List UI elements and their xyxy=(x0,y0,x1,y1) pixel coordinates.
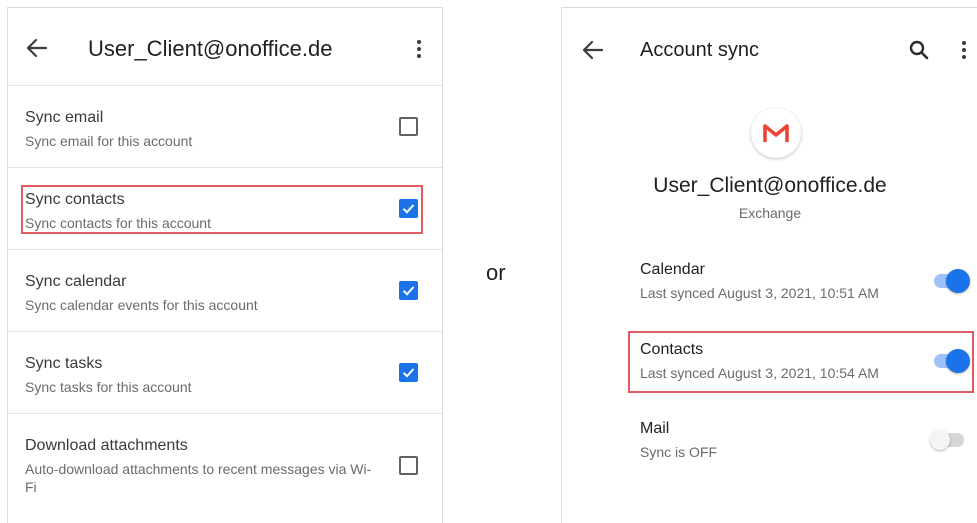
sync-item-calendar[interactable]: Calendar Last synced August 3, 2021, 10:… xyxy=(562,261,977,321)
app-bar: User_Client@onoffice.de xyxy=(8,8,442,86)
sync-item-status: Last synced August 3, 2021, 10:51 AM xyxy=(640,285,879,301)
sync-calendar-checkbox[interactable] xyxy=(399,281,418,300)
sync-contacts-checkbox[interactable] xyxy=(399,199,418,218)
sync-item-contacts[interactable]: Contacts Last synced August 3, 2021, 10:… xyxy=(562,341,977,401)
setting-title: Sync contacts xyxy=(25,191,125,208)
sync-item-status: Last synced August 3, 2021, 10:54 AM xyxy=(640,365,879,381)
sync-item-status: Sync is OFF xyxy=(640,444,718,460)
download-attachments-checkbox[interactable] xyxy=(399,456,418,475)
sync-item-mail[interactable]: Mail Sync is OFF xyxy=(562,420,977,480)
setting-row-download-attachments[interactable]: Download attachments Auto-download attac… xyxy=(8,414,442,523)
setting-subtitle: Sync contacts for this account xyxy=(25,215,211,231)
calendar-sync-toggle[interactable] xyxy=(930,269,970,293)
back-arrow-icon[interactable] xyxy=(26,38,48,58)
account-email: User_Client@onoffice.de xyxy=(653,174,887,197)
account-sync-panel: Account sync User_Client@onoffice.de Exc… xyxy=(561,7,977,523)
page-title: Account sync xyxy=(640,39,759,61)
setting-subtitle: Auto-download attachments to recent mess… xyxy=(25,461,372,495)
page-title: User_Client@onoffice.de xyxy=(88,36,333,61)
account-type: Exchange xyxy=(738,205,802,221)
mail-sync-toggle[interactable] xyxy=(930,428,970,452)
check-icon xyxy=(402,204,415,214)
setting-subtitle: Sync tasks for this account xyxy=(25,379,192,395)
more-vert-icon[interactable] xyxy=(416,40,422,62)
setting-subtitle: Sync calendar events for this account xyxy=(25,297,258,313)
setting-row-sync-calendar[interactable]: Sync calendar Sync calendar events for t… xyxy=(8,250,442,332)
sync-item-title: Contacts xyxy=(640,341,704,358)
search-icon[interactable] xyxy=(908,39,930,61)
gmail-icon xyxy=(751,108,801,158)
setting-title: Download attachments xyxy=(25,437,188,454)
setting-title: Sync email xyxy=(25,109,104,126)
check-icon xyxy=(402,368,415,378)
setting-title: Sync tasks xyxy=(25,355,103,372)
more-vert-icon[interactable] xyxy=(961,41,967,63)
setting-row-sync-contacts[interactable]: Sync contacts Sync contacts for this acc… xyxy=(8,168,442,250)
check-icon xyxy=(402,286,415,296)
sync-item-title: Mail xyxy=(640,420,670,437)
back-arrow-icon[interactable] xyxy=(582,40,604,60)
setting-title: Sync calendar xyxy=(25,273,127,290)
setting-subtitle: Sync email for this account xyxy=(25,133,193,149)
separator-text: or xyxy=(486,260,506,285)
sync-item-title: Calendar xyxy=(640,261,705,278)
setting-row-sync-email[interactable]: Sync email Sync email for this account xyxy=(8,86,442,168)
sync-email-checkbox[interactable] xyxy=(399,117,418,136)
setting-row-sync-tasks[interactable]: Sync tasks Sync tasks for this account xyxy=(8,332,442,414)
contacts-sync-toggle[interactable] xyxy=(930,349,970,373)
sync-tasks-checkbox[interactable] xyxy=(399,363,418,382)
sync-settings-panel: User_Client@onoffice.de Sync email Sync … xyxy=(7,7,443,523)
